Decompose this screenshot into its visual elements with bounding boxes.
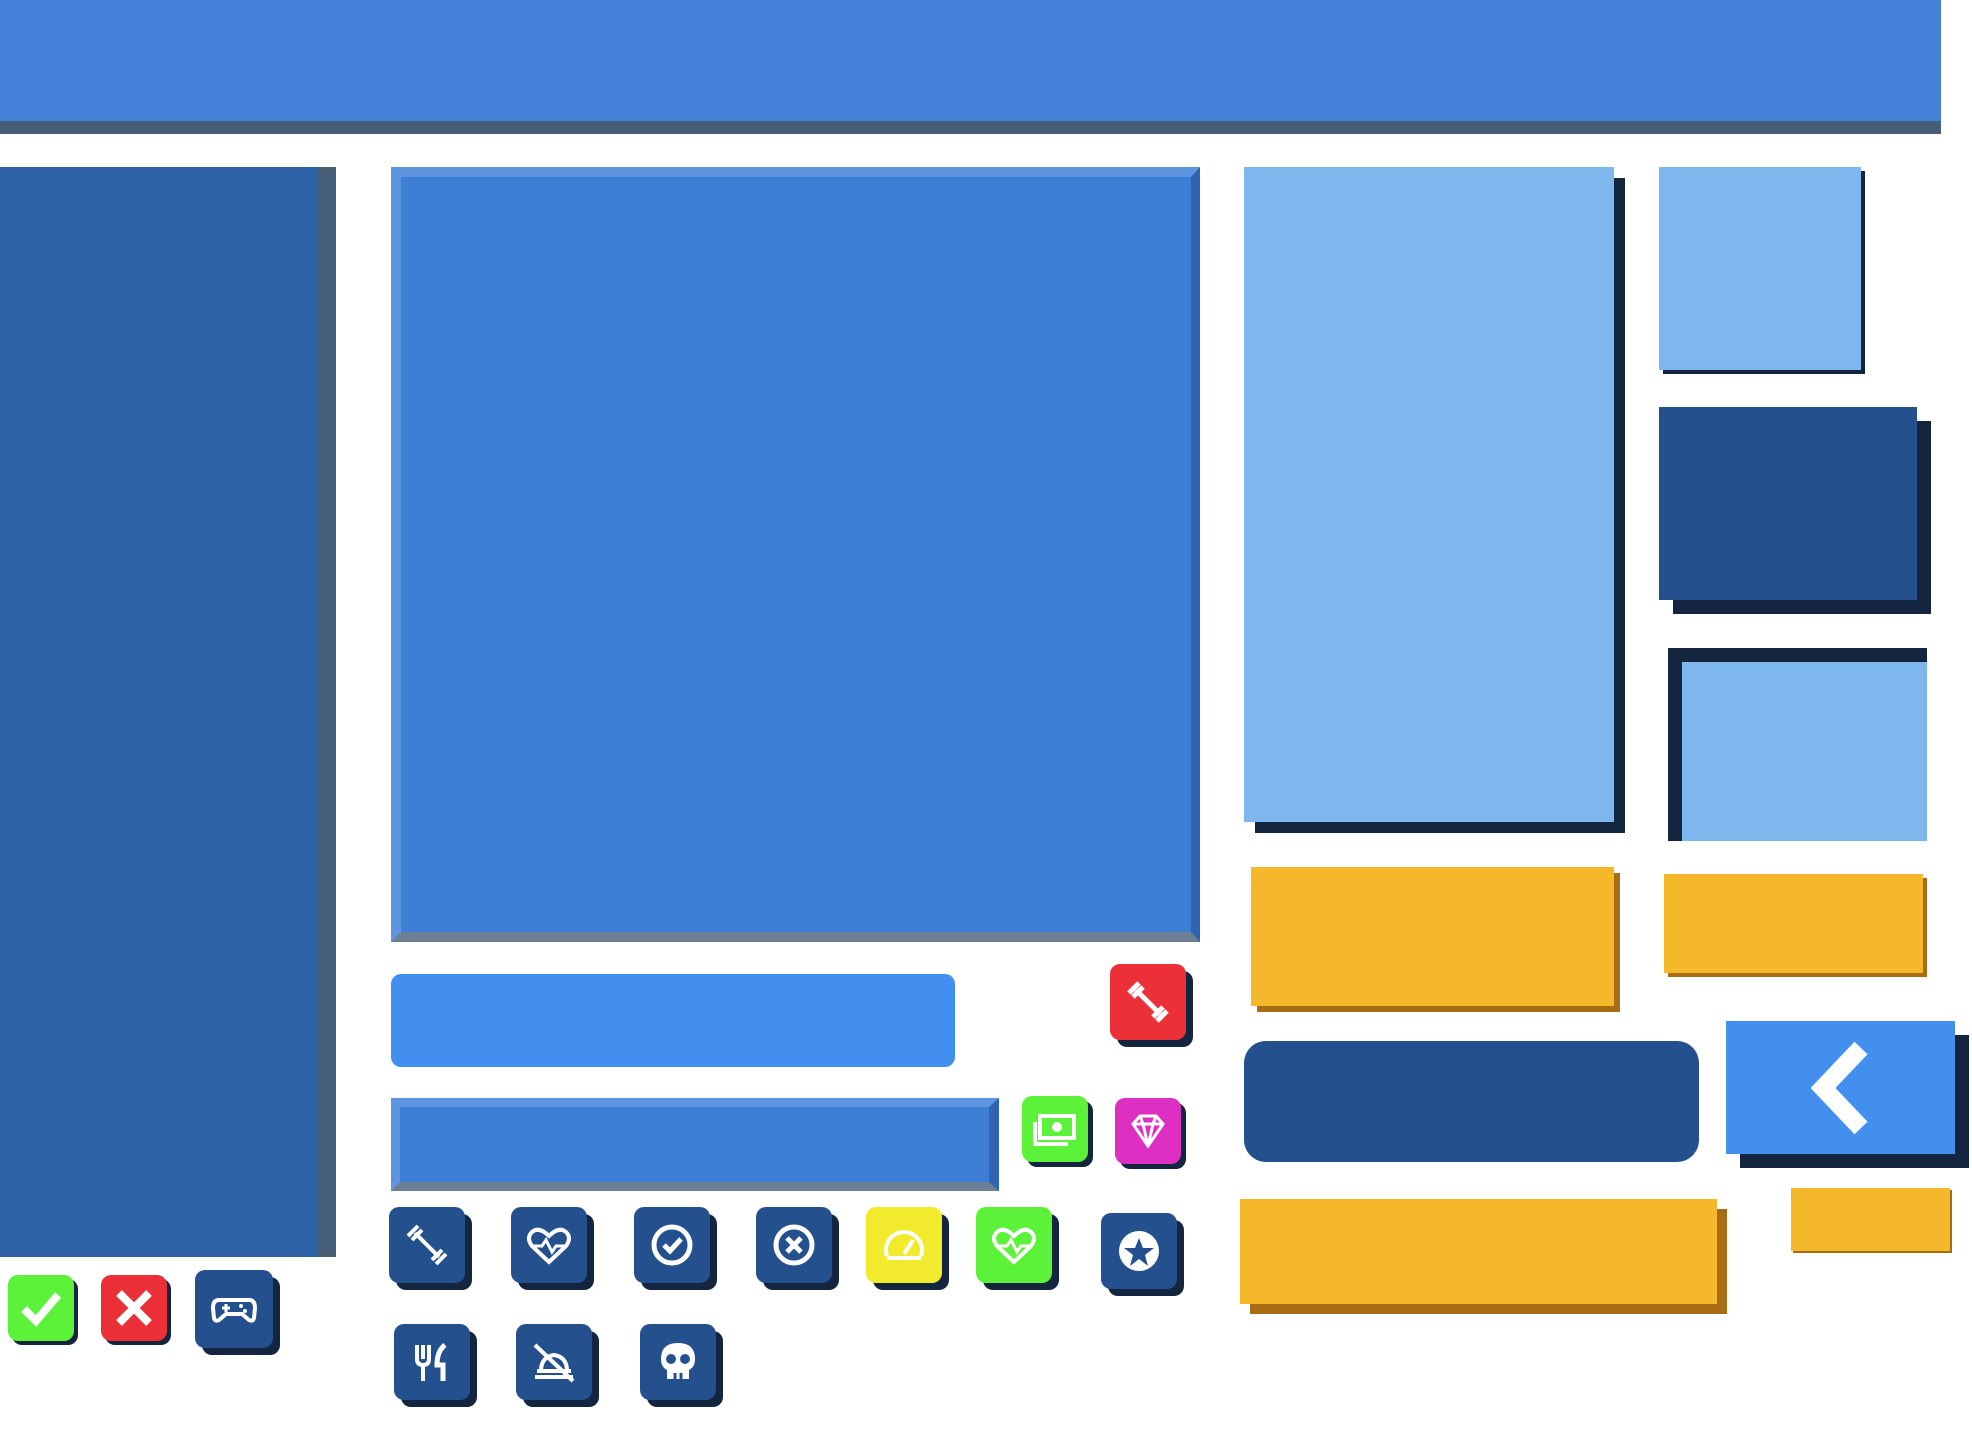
heart-rate-icon [992, 1227, 1036, 1265]
star-icon [1119, 1231, 1159, 1271]
left-side-panel [0, 167, 336, 1257]
check-icon [21, 1292, 62, 1327]
confirm-button[interactable] [8, 1275, 74, 1341]
health-button[interactable] [511, 1207, 587, 1283]
chevron-left-icon [1810, 1041, 1868, 1134]
dumbbell-icon [1127, 981, 1169, 1023]
top-bar [0, 0, 1941, 134]
blue-inset-bar[interactable] [391, 1098, 999, 1191]
main-content-panel [391, 167, 1200, 942]
check-circle-icon [651, 1224, 693, 1266]
eat-button[interactable] [394, 1324, 470, 1400]
vitality-button[interactable] [976, 1207, 1052, 1283]
gamepad-icon [210, 1298, 258, 1323]
diamond-icon [1131, 1114, 1165, 1149]
yellow-button-small[interactable] [1791, 1188, 1950, 1251]
blue-rounded-button[interactable] [391, 974, 955, 1067]
strength-button[interactable] [1110, 964, 1186, 1040]
dumbbell-icon [406, 1224, 448, 1266]
accept-button[interactable] [634, 1207, 710, 1283]
no-food-icon [533, 1343, 575, 1383]
speedometer-icon [884, 1230, 924, 1260]
skull-icon [661, 1343, 695, 1379]
cancel-button[interactable] [101, 1275, 167, 1341]
dark-blue-panel [1659, 407, 1917, 600]
death-button[interactable] [640, 1324, 716, 1400]
money-icon [1033, 1114, 1076, 1146]
game-button[interactable] [195, 1270, 273, 1348]
dark-blue-pill-button[interactable] [1244, 1041, 1699, 1162]
reject-button[interactable] [756, 1207, 832, 1283]
workout-button[interactable] [389, 1207, 465, 1283]
favorite-button[interactable] [1101, 1213, 1177, 1289]
light-blue-panel-tall [1244, 167, 1614, 822]
close-icon [116, 1290, 152, 1326]
food-icon [415, 1343, 447, 1381]
yellow-button-medium[interactable] [1664, 874, 1923, 973]
close-circle-icon [773, 1224, 815, 1266]
yellow-button-wide[interactable] [1240, 1199, 1717, 1304]
no-food-button[interactable] [516, 1324, 592, 1400]
light-blue-framed-panel [1668, 648, 1927, 841]
money-button[interactable] [1022, 1096, 1088, 1162]
gem-button[interactable] [1115, 1098, 1181, 1164]
speed-button[interactable] [866, 1207, 942, 1283]
back-button[interactable] [1726, 1021, 1955, 1154]
yellow-button-large[interactable] [1251, 867, 1614, 1006]
light-blue-panel-small [1659, 167, 1861, 370]
heart-rate-icon [527, 1227, 571, 1265]
